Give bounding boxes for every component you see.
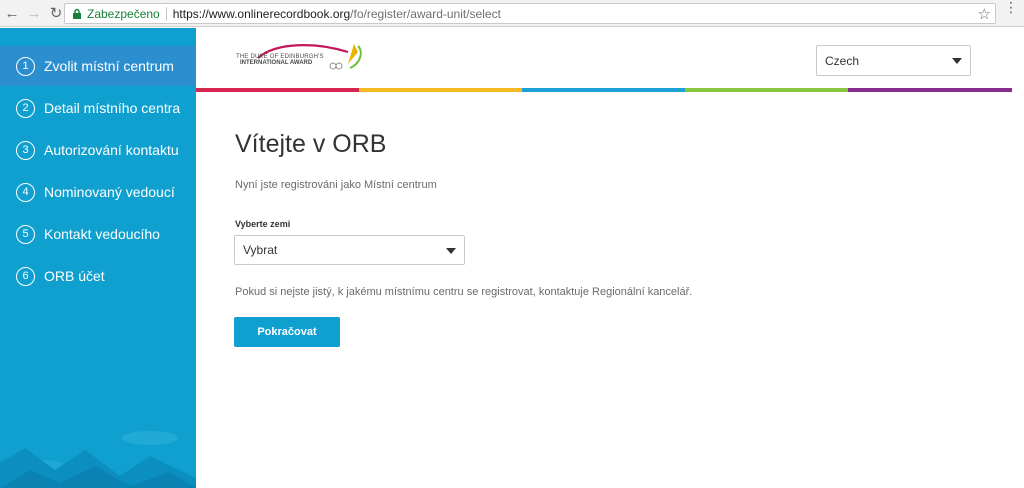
browser-menu-icon[interactable]: ⋮ [1004,0,1018,14]
award-logo[interactable]: THE DUKE OF EDINBURGH'S INTERNATIONAL AW… [236,40,366,74]
reload-icon[interactable]: ↻ [46,3,66,23]
omnibox-divider [165,6,167,21]
language-value: Czech [825,53,860,68]
logo-line-2: INTERNATIONAL AWARD [240,60,313,66]
secure-label: Zabezpečeno [87,6,160,21]
chevron-down-icon [952,58,962,64]
step-label: Nominovaný vedoucí [44,184,175,200]
bookmark-star-icon[interactable]: ☆ [978,5,991,23]
step-number: 3 [16,140,35,160]
step-nominated-leader[interactable]: 4 Nominovaný vedoucí [0,172,196,212]
step-number: 1 [16,56,35,76]
step-label: Kontakt vedoucího [44,226,160,242]
language-select[interactable]: Czech [816,45,971,76]
main-panel: THE DUKE OF EDINBURGH'S INTERNATIONAL AW… [196,28,1024,488]
step-contact-authorization[interactable]: 3 Autorizování kontaktu [0,130,196,170]
color-stripe-red [196,88,359,92]
color-stripe-yellow [359,88,522,92]
forward-arrow-icon[interactable]: → [24,3,44,23]
scrollbar[interactable] [1012,28,1024,488]
country-value: Vybrat [243,243,278,257]
step-label: Zvolit místní centrum [44,58,174,74]
step-label: ORB účet [44,268,105,284]
step-number: 4 [16,182,35,202]
step-select-unit[interactable]: 1 Zvolit místní centrum [0,46,196,86]
step-leader-contact[interactable]: 5 Kontakt vedoucího [0,214,196,254]
continue-button[interactable]: Pokračovat [234,317,340,347]
page-subtitle: Nyní jste registrováni jako Místní centr… [235,179,437,191]
chevron-down-icon [446,248,456,254]
step-number: 2 [16,98,35,118]
step-label: Detail místního centra [44,100,181,116]
country-select[interactable]: Vybrat [234,235,465,265]
step-orb-account[interactable]: 6 ORB účet [0,256,196,296]
step-number: 5 [16,224,35,244]
color-stripe-blue [522,88,685,92]
page-title: Vítejte v ORB [235,130,387,158]
color-stripe-purple [848,88,1012,92]
color-stripe-green [685,88,848,92]
url-host: https://www.onlinerecordbook.org [172,6,351,21]
help-text: Pokud si nejste jistý, k jakému místnímu… [235,286,693,298]
lock-icon [73,8,81,19]
url-path: /fo/register/award-unit/select [350,6,501,21]
mountains-illustration [0,431,196,488]
step-unit-detail[interactable]: 2 Detail místního centra [0,88,196,128]
step-label: Autorizování kontaktu [44,142,179,158]
address-bar[interactable]: Zabezpečeno https://www.onlinerecordbook… [64,3,996,24]
back-arrow-icon[interactable]: ← [2,3,22,23]
step-number: 6 [16,266,35,286]
browser-toolbar: ← → ↻ Zabezpečeno https://www.onlinereco… [0,0,1024,27]
registration-steps-sidebar: 1 Zvolit místní centrum 2 Detail místníh… [0,28,196,488]
country-label: Vyberte zemi [235,219,291,229]
